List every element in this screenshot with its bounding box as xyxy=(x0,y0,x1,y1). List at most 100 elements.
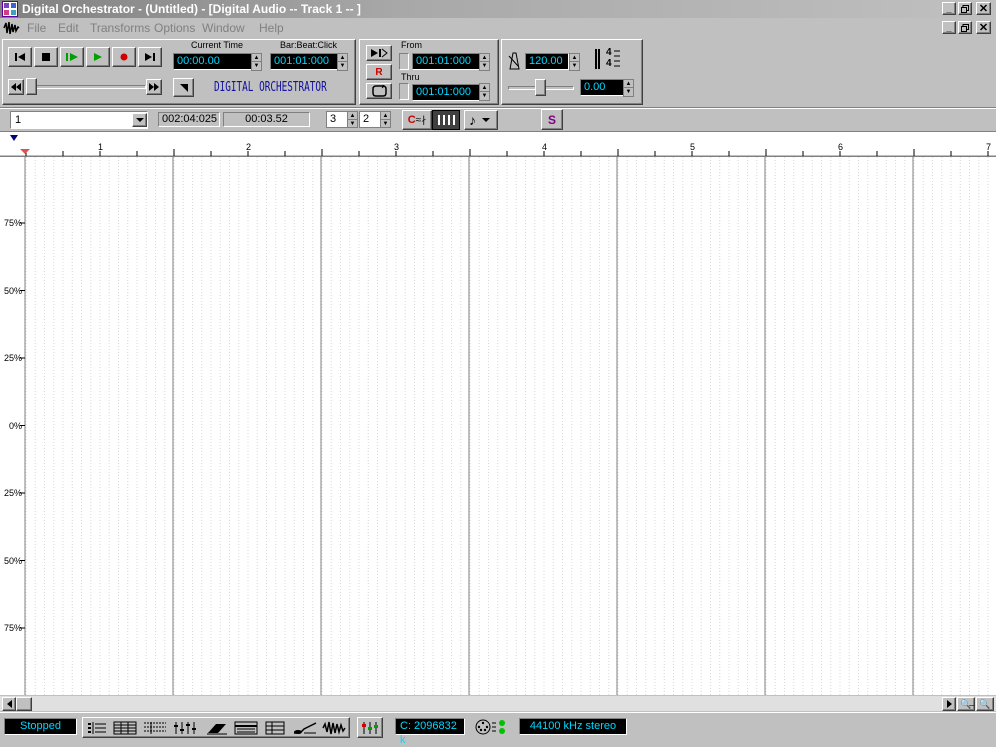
bar-number-label: 5 xyxy=(690,142,696,152)
track-view-icon[interactable] xyxy=(85,719,109,736)
current-time-label: Current Time xyxy=(191,40,244,50)
position-slider-track[interactable] xyxy=(26,85,146,89)
from-indicator[interactable] xyxy=(399,53,409,70)
scroll-left-button[interactable] xyxy=(8,79,24,95)
waveform-area[interactable]: 75% 50% 25% 0% 25% 50% 75% xyxy=(0,157,996,695)
menu-edit[interactable]: Edit xyxy=(58,21,79,35)
current-time-spinner[interactable]: ▲ ▼ xyxy=(251,53,262,71)
time-sig-bottom: 4 xyxy=(606,58,612,69)
loop-button[interactable] xyxy=(366,83,392,99)
current-time-display[interactable]: 00:00.00 xyxy=(173,53,253,70)
restore-button[interactable] xyxy=(958,2,972,15)
rewind-start-button[interactable] xyxy=(8,47,32,67)
minimize-button[interactable]: _ xyxy=(942,2,956,15)
waveform-grid xyxy=(20,157,989,695)
time-signature-icon[interactable]: 4 4 xyxy=(594,47,622,71)
amplitude-label: 50% xyxy=(3,555,22,566)
menu-bar: File Edit Transforms Options Window Help… xyxy=(0,18,996,38)
bar-number-label: 1 xyxy=(98,142,104,152)
tempo-offset-display[interactable]: 0.00 xyxy=(580,79,624,96)
bars-view-button[interactable] xyxy=(432,110,460,130)
stop-button[interactable] xyxy=(34,47,58,67)
time-sig-top: 4 xyxy=(606,47,612,58)
horizontal-scrollbar[interactable]: 🔍̶ 🔍 xyxy=(0,695,996,711)
tempo-slider-thumb[interactable] xyxy=(535,79,546,96)
note-chevron-down-icon xyxy=(482,117,490,122)
play-button[interactable] xyxy=(86,47,110,67)
bbc-display[interactable]: 001:01:000 xyxy=(270,53,338,70)
close-button[interactable]: ✕ xyxy=(976,2,991,15)
from-spinner[interactable]: ▲ ▼ xyxy=(479,53,490,71)
amplitude-label: 75% xyxy=(3,623,22,633)
track-select[interactable]: 1 xyxy=(10,111,148,129)
doc-restore-button[interactable] xyxy=(958,21,972,34)
scrollbar-thumb[interactable] xyxy=(16,697,32,711)
mixer-icon[interactable] xyxy=(172,719,200,736)
doc-icon[interactable] xyxy=(3,20,20,36)
amplitude-label: 25% xyxy=(3,488,22,498)
goto-mark-button[interactable] xyxy=(366,45,392,61)
piano-roll-icon[interactable] xyxy=(112,719,138,736)
transport-status: Stopped xyxy=(4,718,77,735)
zoom-in-icon[interactable]: 🔍 xyxy=(976,697,994,711)
menu-window[interactable]: Window xyxy=(202,21,245,35)
forward-end-button[interactable] xyxy=(138,47,162,67)
timeline-ruler[interactable]: 1 2 3 4 5 6 7 xyxy=(0,133,996,157)
scroll-left-arrow[interactable] xyxy=(2,697,16,711)
from-display[interactable]: 001:01:000 xyxy=(412,53,480,70)
metronome-icon[interactable] xyxy=(506,52,522,70)
bar-number-label: 7 xyxy=(986,142,992,152)
scroll-right-button[interactable] xyxy=(146,79,162,95)
solo-button[interactable]: S xyxy=(541,109,563,130)
tempo-spinner[interactable]: ▲ ▼ xyxy=(569,53,580,71)
rec-mode-button[interactable]: R xyxy=(366,64,392,80)
thru-display[interactable]: 001:01:000 xyxy=(412,84,480,101)
lyrics-view-icon[interactable] xyxy=(233,719,259,736)
title-bar: Digital Orchestrator - (Untitled) - [Dig… xyxy=(0,0,996,18)
chevron-down-icon[interactable] xyxy=(132,113,147,127)
separator xyxy=(0,107,996,109)
length-display: 002:04:025 xyxy=(158,112,220,127)
notation-icon[interactable] xyxy=(262,719,288,736)
menu-options[interactable]: Options xyxy=(154,21,195,35)
amplitude-label: 0% xyxy=(8,420,22,431)
menu-transforms[interactable]: Transforms xyxy=(90,21,150,35)
amplitude-label: 50% xyxy=(3,285,22,296)
doc-minimize-button[interactable]: _ xyxy=(942,21,956,34)
guitar-icon[interactable] xyxy=(291,719,319,736)
play-loop-button[interactable] xyxy=(60,47,84,67)
zoom-out-icon[interactable]: 🔍̶ xyxy=(957,697,975,711)
track-select-value: 1 xyxy=(15,114,22,126)
snap-value-1[interactable]: 3 xyxy=(326,111,348,128)
snap-value-2[interactable]: 2 xyxy=(359,111,381,128)
snap-spinner-1[interactable]: ▲ ▼ xyxy=(347,111,358,128)
scroll-right-arrow[interactable] xyxy=(942,697,956,711)
midi-status-icon[interactable] xyxy=(474,718,510,736)
thru-spinner[interactable]: ▲ ▼ xyxy=(479,83,490,101)
memory-display: C: 2096832 k xyxy=(395,718,465,746)
audio-format-display: 44100 kHz stereo xyxy=(519,718,627,735)
tempo-display[interactable]: 120.00 xyxy=(525,53,569,70)
doc-close-button[interactable]: ✕ xyxy=(976,21,991,34)
meters-icon[interactable] xyxy=(357,717,383,738)
tempo-offset-spinner[interactable]: ▲ ▼ xyxy=(623,79,634,97)
note-value-button[interactable]: ♪ xyxy=(464,110,498,130)
eraser-icon[interactable] xyxy=(204,719,230,736)
c-mode-button[interactable]: C ≈∤ xyxy=(402,110,432,130)
bar-number-label: 6 xyxy=(838,142,844,152)
snap-spinner-2[interactable]: ▲ ▼ xyxy=(380,111,391,128)
bbc-spinner[interactable]: ▲ ▼ xyxy=(337,53,348,71)
playhead-icon[interactable] xyxy=(20,149,30,154)
menu-help[interactable]: Help xyxy=(259,21,284,35)
app-icon[interactable] xyxy=(2,1,18,17)
position-slider-thumb[interactable] xyxy=(26,78,37,95)
audio-wave-icon[interactable] xyxy=(321,719,347,736)
start-marker-icon[interactable] xyxy=(10,135,18,141)
thru-indicator[interactable] xyxy=(399,83,409,100)
event-list-icon[interactable] xyxy=(141,719,169,736)
record-button[interactable] xyxy=(112,47,136,67)
locate-button[interactable] xyxy=(173,78,194,97)
menu-file[interactable]: File xyxy=(27,21,46,35)
bar-number-label: 4 xyxy=(542,142,548,152)
duration-display: 00:03.52 xyxy=(223,112,310,127)
